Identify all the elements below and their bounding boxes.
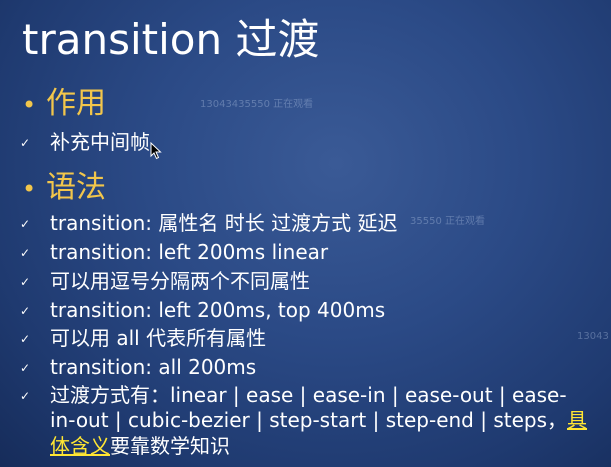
- list-item-text: transition: 属性名 时长 过渡方式 延迟: [50, 211, 398, 235]
- list-item-text: in-out | cubic-bezier | step-start | ste…: [50, 408, 568, 432]
- list-item: ✓ 过渡方式有：linear | ease | ease-in | ease-ou…: [20, 383, 567, 409]
- list-item-text: 补充中间帧: [50, 130, 150, 154]
- slide: transition 过渡 13043435550 正在观看 35550 正在观…: [0, 0, 611, 467]
- check-icon: ✓: [20, 136, 31, 150]
- mouse-cursor-icon: [150, 142, 162, 160]
- list-item: ✓ transition: 属性名 时长 过渡方式 延迟: [20, 211, 397, 237]
- check-icon: ✓: [20, 217, 31, 231]
- check-icon: ✓: [20, 361, 31, 375]
- list-item-text: transition: left 200ms linear: [50, 240, 329, 264]
- viewer-watermark: 13043435550 正在观看: [200, 99, 314, 110]
- list-item: ✓ 可以用 all 代表所有属性: [20, 326, 266, 352]
- bullet-icon: •: [22, 91, 37, 119]
- slide-title: transition 过渡: [22, 15, 320, 64]
- list-item-text: transition: left 200ms, top 400ms: [50, 298, 386, 322]
- viewer-watermark: 13043: [577, 331, 609, 342]
- highlighted-text: 体含义: [50, 434, 110, 458]
- list-item: ✓ transition: all 200ms: [20, 355, 256, 381]
- list-item: ✓ 补充中间帧: [20, 130, 150, 156]
- section-heading-text: 作用: [46, 86, 106, 121]
- viewer-watermark: 35550 正在观看: [410, 216, 485, 227]
- list-item-text: 过渡方式有：linear | ease | ease-in | ease-out…: [50, 383, 567, 407]
- list-item-text: transition: all 200ms: [50, 355, 257, 379]
- check-icon: ✓: [20, 246, 31, 260]
- section-heading-syntax: • 语法: [22, 170, 106, 207]
- bullet-icon: •: [22, 175, 37, 203]
- check-icon: ✓: [20, 332, 31, 346]
- section-heading-purpose: • 作用: [22, 86, 106, 123]
- list-item: ✓ 可以用逗号分隔两个不同属性: [20, 269, 310, 295]
- highlighted-text: 具: [567, 408, 588, 432]
- list-item-continuation: 体含义要靠数学知识: [50, 434, 230, 459]
- list-item-text: 要靠数学知识: [110, 434, 230, 458]
- list-item: ✓ transition: left 200ms, top 400ms: [20, 298, 385, 324]
- check-icon: ✓: [20, 275, 31, 289]
- list-item: ✓ transition: left 200ms linear: [20, 240, 328, 266]
- check-icon: ✓: [20, 304, 31, 318]
- list-item-text: 可以用 all 代表所有属性: [50, 326, 267, 350]
- list-item-text: 可以用逗号分隔两个不同属性: [50, 269, 310, 293]
- check-icon: ✓: [20, 389, 31, 403]
- list-item-continuation: in-out | cubic-bezier | step-start | ste…: [50, 408, 587, 433]
- section-heading-text: 语法: [46, 170, 106, 205]
